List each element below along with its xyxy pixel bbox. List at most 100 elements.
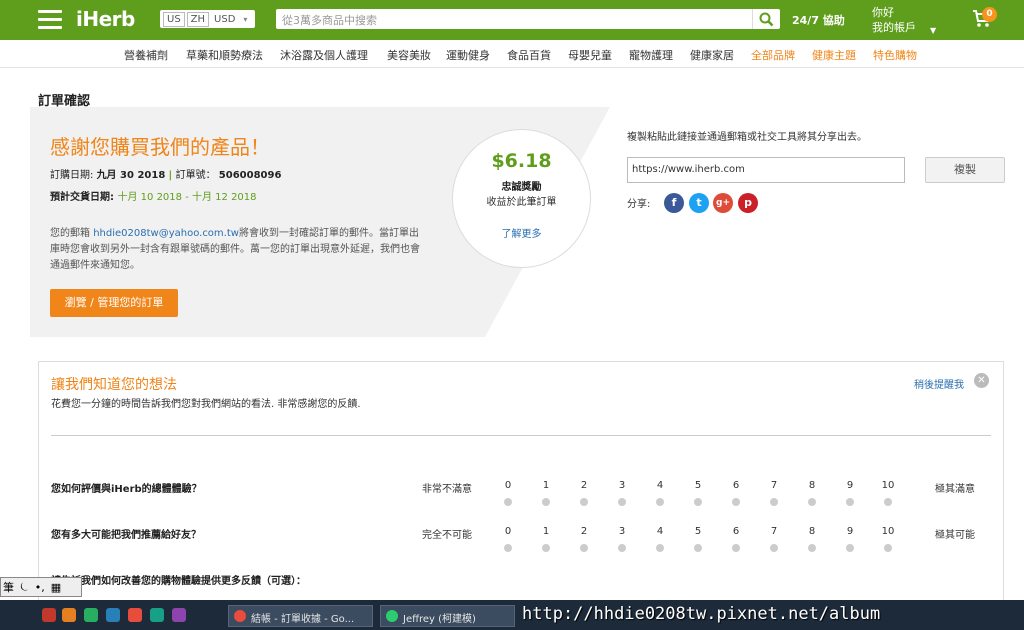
locale-selector[interactable]: US ZH USD ▾ bbox=[160, 10, 256, 28]
email-link[interactable]: hhdie0208tw@yahoo.com.tw bbox=[93, 228, 239, 239]
order-date-label: 訂購日期: bbox=[50, 170, 94, 181]
scale-number: 10 bbox=[881, 480, 895, 491]
rating-radio[interactable] bbox=[808, 498, 816, 506]
category-beauty[interactable]: 美容美妝 bbox=[387, 47, 431, 63]
keyboard-icon[interactable]: ▦ bbox=[51, 581, 61, 594]
twitter-icon[interactable]: t bbox=[689, 193, 709, 213]
top-bar: iHerb US ZH USD ▾ 從3萬多商品中搜索 24/7 協助 你好 我… bbox=[0, 0, 1024, 40]
scale-number: 6 bbox=[732, 526, 740, 537]
rating-radio[interactable] bbox=[504, 498, 512, 506]
rating-radio[interactable] bbox=[542, 544, 550, 552]
category-health-topics[interactable]: 健康主題 bbox=[812, 47, 856, 63]
app-icon[interactable] bbox=[150, 608, 164, 622]
chrome-icon[interactable] bbox=[84, 608, 98, 622]
rating-radio[interactable] bbox=[770, 498, 778, 506]
rating-radio[interactable] bbox=[846, 544, 854, 552]
separator: | bbox=[168, 170, 176, 181]
share-url-input[interactable]: https://www.iherb.com bbox=[627, 157, 905, 183]
search-input[interactable]: 從3萬多商品中搜索 bbox=[276, 9, 752, 29]
category-herbs[interactable]: 草藥和順勢療法 bbox=[186, 47, 263, 63]
app-icon[interactable] bbox=[128, 608, 142, 622]
google-plus-icon[interactable]: g+ bbox=[713, 193, 733, 213]
taskbar-task-chat[interactable]: Jeffrey (柯建模) bbox=[380, 605, 515, 627]
category-pets[interactable]: 寵物護理 bbox=[629, 47, 673, 63]
rating-radio[interactable] bbox=[656, 544, 664, 552]
rating-radio[interactable] bbox=[808, 544, 816, 552]
pinterest-icon[interactable]: p bbox=[738, 193, 758, 213]
scale-number: 8 bbox=[808, 526, 816, 537]
rating-radio[interactable] bbox=[656, 498, 664, 506]
reward-subtitle: 收益於此筆訂單 bbox=[486, 197, 557, 208]
scale-number: 1 bbox=[542, 480, 550, 491]
close-icon[interactable]: ✕ bbox=[974, 373, 989, 388]
facebook-icon[interactable]: f bbox=[664, 193, 684, 213]
rating-radio[interactable] bbox=[884, 544, 892, 552]
chrome-icon bbox=[234, 610, 246, 622]
app-icon[interactable] bbox=[172, 608, 186, 622]
scale-number: 0 bbox=[504, 480, 512, 491]
rating-radio[interactable] bbox=[694, 498, 702, 506]
help-link[interactable]: 24/7 協助 bbox=[792, 12, 845, 28]
feedback-subtitle: 花費您一分鐘的時間告訴我們您對我們網站的看法. 非常感謝您的反饋. bbox=[51, 399, 361, 410]
account-menu[interactable]: 你好 我的帳戶 bbox=[872, 5, 916, 35]
moon-icon[interactable]: ⏾ bbox=[20, 580, 29, 594]
copy-button[interactable]: 複製 bbox=[925, 157, 1005, 183]
scale-number: 3 bbox=[618, 526, 626, 537]
rating-radio[interactable] bbox=[884, 498, 892, 506]
iherb-logo[interactable]: iHerb bbox=[76, 7, 135, 31]
category-supplements[interactable]: 營養補劑 bbox=[124, 47, 168, 63]
category-baby[interactable]: 母嬰兒童 bbox=[568, 47, 612, 63]
scale-number: 8 bbox=[808, 480, 816, 491]
task-label: 結帳 - 訂單收據 - Go... bbox=[251, 614, 355, 625]
rating-radio[interactable] bbox=[732, 544, 740, 552]
language-code: ZH bbox=[186, 11, 210, 27]
category-sports[interactable]: 運動健身 bbox=[446, 47, 490, 63]
rating-radio[interactable] bbox=[694, 544, 702, 552]
punctuation-icon[interactable]: •, bbox=[35, 581, 45, 594]
manage-order-button[interactable]: 瀏覽 / 管理您的訂單 bbox=[50, 289, 178, 317]
delivery-estimate: 預計交貨日期: 十月 10 2018 - 十月 12 2018 bbox=[50, 188, 257, 203]
category-home[interactable]: 健康家居 bbox=[690, 47, 734, 63]
rating-radio[interactable] bbox=[770, 544, 778, 552]
rating-radio[interactable] bbox=[846, 498, 854, 506]
learn-more-link[interactable]: 了解更多 bbox=[453, 225, 590, 240]
email-notice: 您的郵箱 hhdie0208tw@yahoo.com.tw將會收到一封確認訂單的… bbox=[50, 226, 420, 274]
ime-mode[interactable]: 筆 bbox=[3, 579, 14, 595]
rating-radio[interactable] bbox=[618, 544, 626, 552]
order-date: 九月 30 2018 bbox=[96, 170, 166, 181]
chevron-down-icon: ▼ bbox=[930, 26, 937, 35]
rating-radio[interactable] bbox=[732, 498, 740, 506]
country-code: US bbox=[163, 11, 185, 27]
divider bbox=[51, 435, 991, 436]
rating-radio[interactable] bbox=[580, 544, 588, 552]
scale-number: 3 bbox=[618, 480, 626, 491]
taskbar-task-checkout[interactable]: 結帳 - 訂單收據 - Go... bbox=[228, 605, 373, 627]
share-heading: 複製粘貼此鏈接並通過郵箱或社交工具將其分享出去。 bbox=[627, 132, 867, 143]
hamburger-menu-icon[interactable] bbox=[38, 10, 62, 30]
scale-high-label: 極其滿意 bbox=[935, 484, 975, 495]
category-bath[interactable]: 沐浴露及個人護理 bbox=[280, 47, 368, 63]
app-icon[interactable] bbox=[42, 608, 56, 622]
scale-number: 1 bbox=[542, 526, 550, 537]
thanks-title: 感謝您購買我們的產品！ bbox=[50, 135, 270, 159]
rating-radio[interactable] bbox=[618, 498, 626, 506]
remind-later-link[interactable]: 稍後提醒我 bbox=[914, 376, 964, 391]
feedback-title: 讓我們知道您的想法 bbox=[51, 377, 177, 393]
rating-radio[interactable] bbox=[580, 498, 588, 506]
scale-number: 0 bbox=[504, 526, 512, 537]
ie-icon[interactable] bbox=[106, 608, 120, 622]
rating-radio[interactable] bbox=[504, 544, 512, 552]
task-label: Jeffrey (柯建模) bbox=[403, 614, 476, 625]
category-grocery[interactable]: 食品百貨 bbox=[507, 47, 551, 63]
reward-name: 忠誠獎勵 bbox=[501, 182, 542, 193]
watermark: http://hhdie0208tw.pixnet.net/album bbox=[522, 604, 881, 624]
app-icon[interactable] bbox=[62, 608, 76, 622]
scale-high-label: 極其可能 bbox=[935, 530, 975, 541]
category-specials[interactable]: 特色購物 bbox=[873, 47, 917, 63]
order-info: 訂購日期: 九月 30 2018 | 訂單號： 506008096 bbox=[50, 166, 281, 181]
search-button[interactable] bbox=[752, 9, 780, 29]
category-all-brands[interactable]: 全部品牌 bbox=[751, 47, 795, 63]
ime-toolbar[interactable]: 筆 ⏾ •, ▦ bbox=[0, 577, 82, 597]
email-prefix: 您的郵箱 bbox=[50, 228, 90, 239]
rating-radio[interactable] bbox=[542, 498, 550, 506]
